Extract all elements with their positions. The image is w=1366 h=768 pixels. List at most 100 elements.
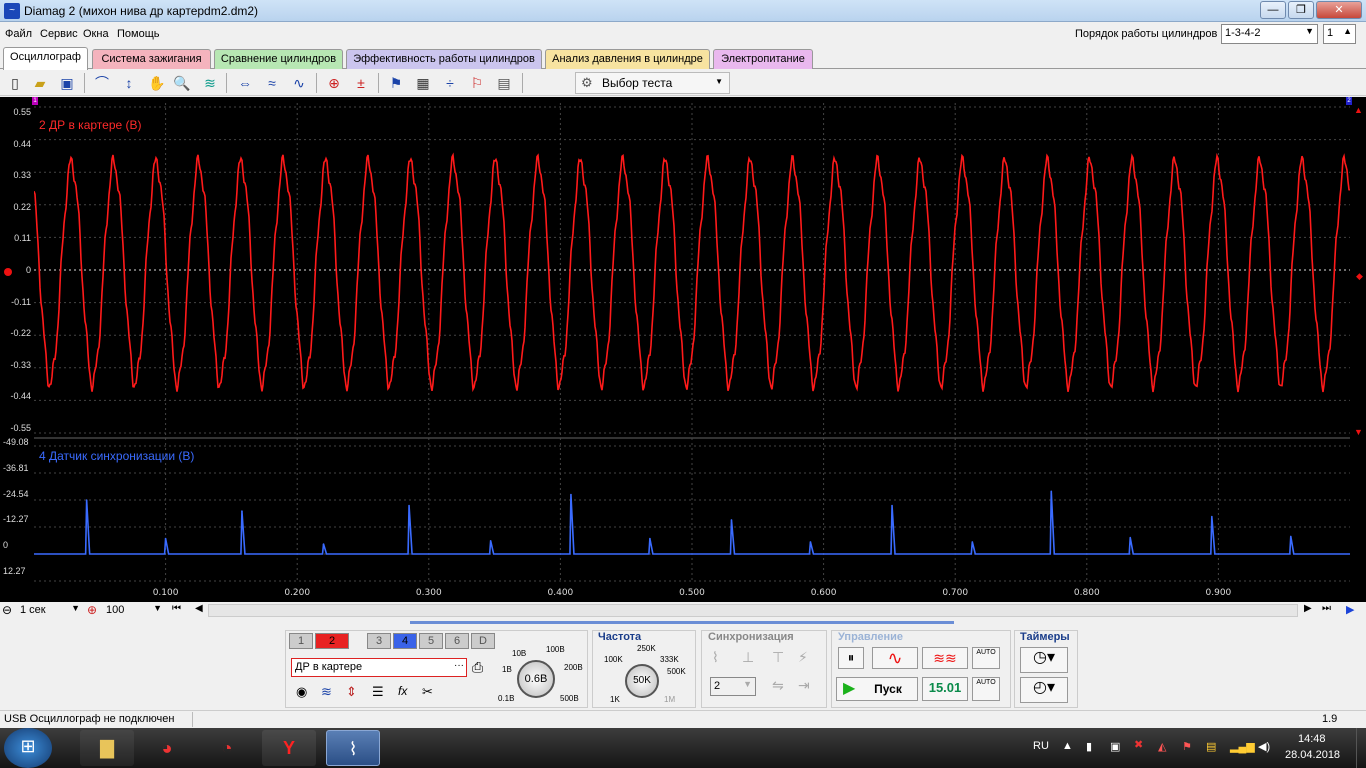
cylinder-number-spinner[interactable]: 1 ▲ bbox=[1323, 24, 1356, 44]
cursor-icon[interactable]: ↕ bbox=[119, 73, 139, 93]
app-pie-icon[interactable]: ◔ bbox=[200, 730, 254, 766]
samples-select[interactable]: 100 ▼ bbox=[103, 602, 165, 619]
frequency-knob[interactable]: 50K bbox=[625, 664, 659, 698]
tray-close-icon[interactable]: ✖ bbox=[1134, 738, 1143, 751]
skip-start-icon[interactable]: ⏮ bbox=[172, 603, 181, 614]
tab-cylinder-efficiency[interactable]: Эффективность работы цилиндров bbox=[346, 49, 542, 69]
pulse-up-icon[interactable]: ⊥ bbox=[742, 649, 754, 666]
clock-date[interactable]: 28.04.2018 bbox=[1285, 749, 1340, 761]
trigger-icon[interactable]: ÷ bbox=[440, 73, 460, 93]
marker-icon[interactable]: ⇔ bbox=[235, 73, 255, 93]
menu-windows[interactable]: Окна bbox=[83, 28, 109, 40]
auto-icon[interactable]: ⊕ bbox=[324, 73, 344, 93]
sync-shift-icon[interactable]: ⇋ bbox=[772, 677, 784, 694]
tab-oscilloscope[interactable]: Осциллограф bbox=[3, 47, 88, 70]
ch2-zero-marker[interactable] bbox=[4, 268, 12, 276]
pause-button[interactable]: ⏸ bbox=[838, 647, 864, 669]
panel-splitter[interactable] bbox=[410, 621, 954, 624]
ch2-scroll[interactable]: ▲ ◆ ▼ bbox=[1352, 103, 1366, 439]
tab-ignition[interactable]: Система зажигания bbox=[92, 49, 211, 69]
tab-pressure-analysis[interactable]: Анализ давления в цилиндре bbox=[545, 49, 710, 69]
start-orb-icon[interactable]: ⊞ bbox=[4, 728, 52, 768]
menu-help[interactable]: Помощь bbox=[117, 28, 160, 40]
filter-icon[interactable]: ≈ bbox=[262, 73, 282, 93]
cylinder-order-select[interactable]: 1-3-4-2 ▼ bbox=[1221, 24, 1318, 44]
channel-1-button[interactable]: 1 bbox=[289, 633, 313, 649]
auto-scale-button[interactable]: AUTO bbox=[972, 647, 1000, 669]
signal-strength-icon[interactable]: ▂▄▆ bbox=[1230, 740, 1255, 753]
time-scrollbar[interactable] bbox=[208, 604, 1298, 617]
more-icon[interactable]: ··· bbox=[454, 660, 464, 671]
tray-expand-icon[interactable]: ▲ bbox=[1062, 740, 1073, 752]
scroll-up-icon[interactable]: ▲ bbox=[1354, 105, 1363, 115]
hand-tool-icon[interactable]: ✋ bbox=[147, 73, 167, 93]
pulse-down-icon[interactable]: ⊤ bbox=[772, 649, 784, 666]
tray-flag-icon[interactable]: ⚑ bbox=[1182, 740, 1192, 753]
voltage-knob[interactable]: 0.6В bbox=[517, 660, 555, 698]
sync-center-icon[interactable]: ⇥ bbox=[798, 677, 810, 694]
timer-start-button[interactable]: ◷▾ bbox=[1020, 647, 1068, 673]
ch2-offset-marker[interactable]: ◆ bbox=[1356, 271, 1363, 282]
start-button[interactable]: ▶ Пуск bbox=[836, 677, 918, 701]
flag-icon[interactable]: ⚐ bbox=[467, 73, 487, 93]
battery-icon[interactable]: ▮ bbox=[1086, 740, 1092, 753]
timebase-select[interactable]: 1 сек ▼ bbox=[17, 602, 83, 619]
new-file-icon[interactable]: ▯ bbox=[5, 73, 25, 93]
chrome-icon[interactable]: ◕ bbox=[140, 730, 194, 766]
open-folder-icon[interactable]: ▰ bbox=[30, 73, 50, 93]
eye-icon[interactable]: ◉ bbox=[296, 684, 307, 700]
test-select[interactable]: ⚙ Выбор теста ▼ bbox=[575, 72, 730, 94]
channel-4-button[interactable]: 4 bbox=[393, 633, 417, 649]
fft-icon[interactable]: ∿ bbox=[289, 73, 309, 93]
timer-stop-button[interactable]: ◴▾ bbox=[1020, 677, 1068, 703]
tray-app-icon[interactable]: ▣ bbox=[1110, 740, 1120, 753]
tray-monitor-icon[interactable]: ▤ bbox=[1206, 740, 1216, 753]
channel-5-button[interactable]: 5 bbox=[419, 633, 443, 649]
menu-service[interactable]: Сервис bbox=[40, 28, 78, 40]
channel-d-button[interactable]: D bbox=[471, 633, 495, 649]
channel-scale-icon[interactable]: ⌒ bbox=[92, 73, 112, 93]
clock-time[interactable]: 14:48 bbox=[1298, 733, 1326, 745]
scroll-down-icon[interactable]: ▼ bbox=[1354, 427, 1363, 437]
tab-power-supply[interactable]: Электропитание bbox=[713, 49, 813, 69]
channel-name-field[interactable]: ДР в картере ··· bbox=[291, 658, 467, 677]
offset-icon[interactable]: ± bbox=[351, 73, 371, 93]
channel-config-icon[interactable]: ⎙ bbox=[472, 659, 483, 676]
rising-edge-icon[interactable]: ⌇ bbox=[712, 649, 719, 666]
close-button[interactable]: ✕ bbox=[1316, 1, 1362, 19]
language-indicator[interactable]: RU bbox=[1033, 740, 1049, 752]
signal-icon[interactable]: ≋ bbox=[200, 73, 220, 93]
step-left-icon[interactable]: ◀ bbox=[195, 603, 203, 614]
tools-icon[interactable]: ✂ bbox=[422, 684, 433, 700]
zoom-icon[interactable]: 🔍 bbox=[172, 73, 192, 93]
channel-6-button[interactable]: 6 bbox=[445, 633, 469, 649]
probe-icon[interactable]: ⚑ bbox=[386, 73, 406, 93]
maximize-button[interactable]: ❐ bbox=[1288, 1, 1314, 19]
channel-2-button[interactable]: 2 bbox=[315, 633, 349, 649]
sync-channel-select[interactable]: 2 ▼ bbox=[710, 677, 756, 696]
channel-3-button[interactable]: 3 bbox=[367, 633, 391, 649]
yandex-browser-icon[interactable]: Y bbox=[262, 730, 316, 766]
save-icon[interactable]: ▣ bbox=[57, 73, 77, 93]
waveform-plot[interactable]: 0.100 0.200 0.300 0.400 0.500 0.600 0.700 0.800… bbox=[34, 103, 1350, 600]
skip-end-icon[interactable]: ⏭ bbox=[1322, 603, 1331, 614]
explorer-icon[interactable]: ▇ bbox=[80, 730, 134, 766]
waveform-icon[interactable]: ≋ bbox=[321, 684, 332, 700]
tab-cylinder-compare[interactable]: Сравнение цилиндров bbox=[214, 49, 343, 69]
vertical-move-icon[interactable]: ⇕ bbox=[346, 684, 357, 700]
play-icon[interactable]: ▶ bbox=[1346, 603, 1354, 616]
auto-trigger-button[interactable]: AUTO bbox=[972, 677, 1000, 701]
sync-auto-icon[interactable]: ⚡ bbox=[798, 649, 808, 666]
oscilloscope-display[interactable]: 0.55 0.44 0.33 0.22 0.11 0 -0.11 -0.22 -0.33 -0.4… bbox=[0, 97, 1366, 602]
step-right-icon[interactable]: ▶ bbox=[1304, 603, 1312, 614]
menu-file[interactable]: Файл bbox=[5, 28, 32, 40]
diamag-taskbar-icon[interactable]: ⌇ bbox=[326, 730, 380, 766]
minimize-button[interactable]: — bbox=[1260, 1, 1286, 19]
lines-icon[interactable]: ☰ bbox=[372, 684, 384, 700]
tray-red-icon[interactable]: ◭ bbox=[1158, 740, 1166, 753]
page-icon[interactable]: ▤ bbox=[494, 73, 514, 93]
function-icon[interactable]: fx bbox=[398, 684, 407, 698]
show-desktop-button[interactable] bbox=[1356, 728, 1366, 768]
grid-icon[interactable]: ▦ bbox=[413, 73, 433, 93]
zoom-out-icon[interactable]: ⊖ bbox=[2, 603, 12, 617]
